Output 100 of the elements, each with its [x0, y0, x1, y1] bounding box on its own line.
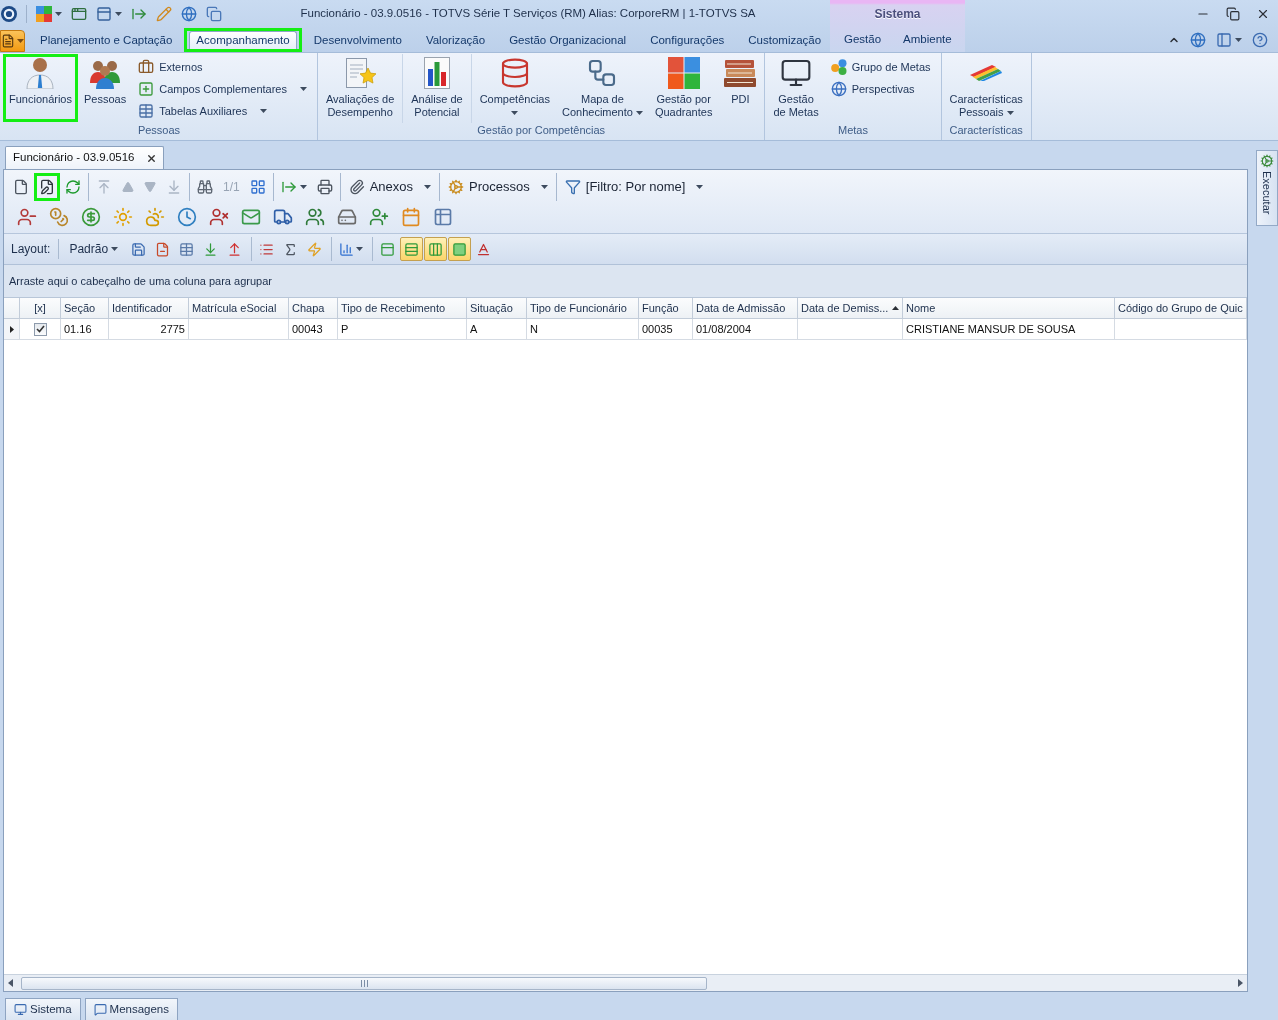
column-header[interactable]: Tipo de Funcionário [527, 298, 639, 319]
quick-access-button[interactable] [36, 6, 62, 22]
ribbon-button[interactable]: Competências [473, 54, 556, 122]
quick-access-button[interactable] [96, 6, 122, 22]
column-header[interactable]: Data de Admissão [693, 298, 798, 319]
column-header[interactable]: [x] [20, 298, 61, 319]
context-group-label: Sistema [874, 6, 921, 23]
ribbon-tab[interactable]: Gestão [833, 28, 893, 52]
dollar-coin-icon [81, 207, 101, 227]
caret-icon [17, 39, 24, 43]
scrollbar-thumb[interactable] [21, 976, 707, 990]
globe-icon [830, 81, 847, 97]
table-cell: 00035 [639, 319, 693, 340]
cloud-sun-icon [145, 207, 165, 227]
ribbon-button[interactable]: Pessoas [78, 54, 133, 122]
up-triangle-icon [122, 181, 134, 193]
close-icon[interactable] [1256, 7, 1270, 21]
document-tab[interactable]: Funcionário - 03.9.0516 [5, 146, 165, 169]
column-header[interactable]: Tipo de Recebimento [338, 298, 467, 319]
column-header[interactable]: Nome [903, 298, 1115, 319]
ribbon-tab[interactable]: Configurações [638, 28, 737, 52]
table-cell: N [527, 319, 639, 340]
toolbar-button[interactable] [34, 173, 60, 201]
status-tab[interactable]: Sistema [5, 998, 81, 1020]
application-menu-button[interactable] [0, 30, 25, 52]
ribbon-tab[interactable]: Desenvolvimento [301, 28, 414, 52]
window-title: Funcionário - 03.9.0516 - TOTVS Série T Serviços (RM) Alias: CorporeRM | 1-TOTVS SA [299, 6, 757, 22]
cube-icon [36, 6, 52, 22]
briefcase-icon [138, 59, 155, 75]
layout-menu-button[interactable] [1216, 32, 1242, 48]
color-stripes-icon [970, 65, 1003, 81]
ribbon-button[interactable]: Funcionários [3, 54, 78, 122]
column-header[interactable]: Matrícula eSocial [189, 298, 289, 319]
ribbon-group-label: Características [948, 123, 1024, 138]
help-icon[interactable] [1252, 32, 1268, 48]
document-star-icon [344, 57, 377, 89]
sun-icon [113, 207, 133, 227]
column-header[interactable]: Situação [467, 298, 527, 319]
rows-icon [404, 241, 420, 257]
toolbar-menu-button[interactable]: Processos [442, 173, 554, 201]
document-icon [1, 34, 15, 48]
ribbon-button[interactable]: Gestão por Quadrantes [648, 54, 719, 122]
table-cell: P [338, 319, 467, 340]
side-panel-tab[interactable]: Executar [1256, 150, 1278, 226]
ribbon-button[interactable]: Avaliações de Desempenho [319, 54, 401, 122]
layout-button[interactable] [400, 237, 424, 261]
caret-icon [115, 12, 122, 16]
column-header[interactable]: Chapa [289, 298, 338, 319]
ribbon-small-button[interactable]: Perspectivas [830, 78, 931, 100]
columns-icon [428, 241, 444, 257]
ribbon-tab[interactable]: Planejamento e Captação [28, 28, 185, 52]
ribbon-button[interactable]: Mapa de Conhecimento [555, 54, 649, 122]
layout-label: Layout: [11, 241, 51, 258]
coins-icon [49, 207, 69, 227]
edit-document-icon [39, 179, 55, 195]
ribbon-small-button[interactable]: Campos Complementares [138, 78, 307, 100]
ribbon-small-button[interactable]: Externos [138, 56, 307, 78]
column-header[interactable]: Data de Demiss... [798, 298, 903, 319]
checkbox[interactable] [33, 322, 47, 336]
caret-icon [1235, 38, 1242, 42]
globe-icon[interactable] [1190, 32, 1206, 48]
restore-icon[interactable] [1226, 7, 1240, 21]
ribbon-tab[interactable]: Ambiente [892, 28, 963, 52]
binoculars-icon [197, 179, 213, 195]
ribbon-group-label: Metas [836, 123, 869, 138]
scroll-left-icon[interactable] [8, 979, 13, 987]
close-icon [146, 152, 158, 164]
ribbon-button[interactable]: Análise de Potencial [405, 54, 469, 122]
copy-icon[interactable] [206, 6, 222, 22]
ribbon-button[interactable]: PDI [718, 54, 763, 122]
horizontal-scrollbar[interactable] [4, 974, 1247, 991]
toolbar-menu-button[interactable]: [Filtro: Por nome] [558, 173, 710, 201]
square-plus-icon [138, 81, 155, 97]
column-header[interactable]: Identificador [109, 298, 189, 319]
globe-icon[interactable] [181, 6, 197, 22]
ribbon-small-button[interactable]: Grupo de Metas [830, 56, 931, 78]
logo-icon[interactable] [1, 6, 17, 22]
ribbon-tab[interactable]: Customização [736, 28, 834, 52]
toolbar-menu-button[interactable]: Anexos [342, 173, 438, 201]
ribbon-button[interactable]: Gestão de Metas [767, 54, 825, 122]
users-icon [305, 207, 325, 227]
column-header[interactable]: Código do Grupo de Quic [1115, 298, 1247, 319]
scroll-right-icon[interactable] [1238, 979, 1243, 987]
status-tab[interactable]: Mensagens [84, 998, 178, 1020]
check-icon [35, 325, 45, 333]
ribbon-tab[interactable]: Gestão Organizacional [497, 28, 639, 52]
column-header[interactable]: Função [639, 298, 693, 319]
ribbon-button[interactable]: Características Pessoais [943, 54, 1029, 122]
ribbon-small-button[interactable]: Tabelas Auxiliares [138, 100, 307, 122]
caret-icon [55, 12, 62, 16]
ribbon-tab[interactable]: Valorização [413, 28, 498, 52]
table-cell: 00043 [289, 319, 338, 340]
save-icon [131, 241, 147, 257]
layout-preset-dropdown[interactable]: Padrão [67, 240, 121, 258]
window-icon[interactable] [71, 6, 87, 22]
column-header[interactable]: Seção [61, 298, 109, 319]
table-cell: CRISTIANE MANSUR DE SOUSA [903, 319, 1115, 340]
paperclip-icon [348, 179, 365, 195]
layout-button[interactable] [424, 237, 448, 261]
pencil-icon[interactable] [156, 6, 172, 22]
